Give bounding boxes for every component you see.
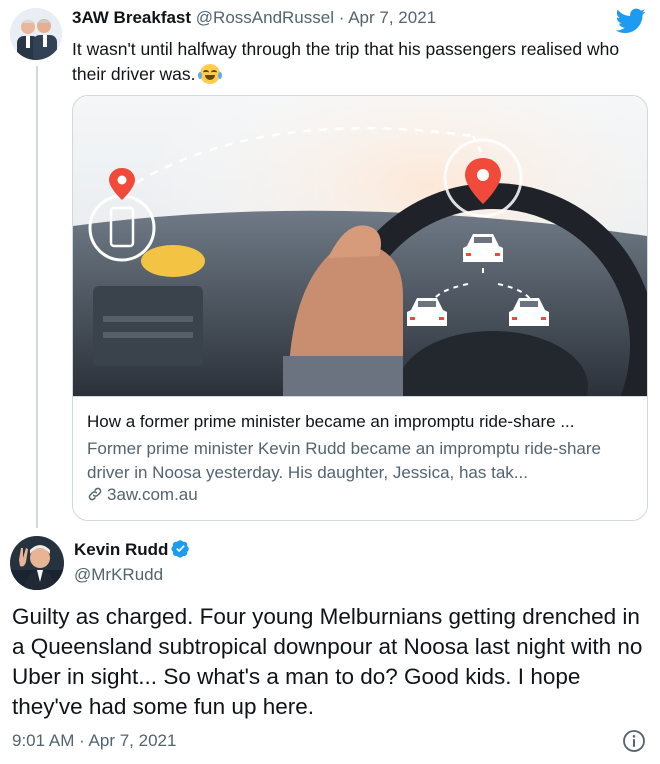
- link-icon: [88, 487, 102, 501]
- parent-tweet-text: It wasn't until halfway through the trip…: [72, 37, 632, 87]
- parent-tweet-header: 3AW Breakfast @RossAndRussel · Apr 7, 20…: [72, 8, 436, 28]
- parent-handle[interactable]: @RossAndRussel: [196, 8, 334, 27]
- link-card-image[interactable]: [73, 96, 647, 396]
- link-card-domain[interactable]: 3aw.com.au: [107, 485, 198, 504]
- link-card[interactable]: How a former prime minister became an im…: [72, 95, 648, 521]
- link-card-description: Former prime minister Kevin Rudd became …: [87, 439, 601, 482]
- twitter-bird-icon[interactable]: [616, 8, 646, 34]
- parent-tweet-body: It wasn't until halfway through the trip…: [72, 39, 620, 84]
- reply-timestamp[interactable]: 9:01 AM · Apr 7, 2021: [12, 731, 176, 751]
- parent-date[interactable]: Apr 7, 2021: [348, 8, 436, 27]
- header-separator: ·: [338, 8, 345, 27]
- rideshare-steering-wheel-image: [73, 96, 647, 396]
- thread-connector-line: [36, 66, 38, 528]
- verified-badge-icon: [171, 540, 190, 558]
- parent-display-name[interactable]: 3AW Breakfast: [72, 8, 191, 27]
- reply-handle[interactable]: @MrKRudd: [74, 565, 163, 585]
- kevin-rudd-avatar-image: [10, 536, 64, 590]
- link-card-title[interactable]: How a former prime minister became an im…: [87, 411, 633, 433]
- two-men-avatar-image: [10, 8, 62, 60]
- link-card-domain-row[interactable]: 3aw.com.au: [87, 485, 198, 505]
- reply-display-name-row[interactable]: Kevin Rudd: [74, 539, 190, 560]
- avatar-3aw-breakfast[interactable]: [10, 8, 62, 60]
- info-icon[interactable]: [622, 729, 646, 753]
- face-with-tears-of-joy-icon: [198, 64, 223, 84]
- link-card-meta[interactable]: How a former prime minister became an im…: [73, 396, 647, 520]
- reply-tweet-text: Guilty as charged. Four young Melburnian…: [12, 604, 643, 719]
- avatar-kevin-rudd[interactable]: [10, 536, 64, 590]
- reply-display-name[interactable]: Kevin Rudd: [74, 540, 168, 559]
